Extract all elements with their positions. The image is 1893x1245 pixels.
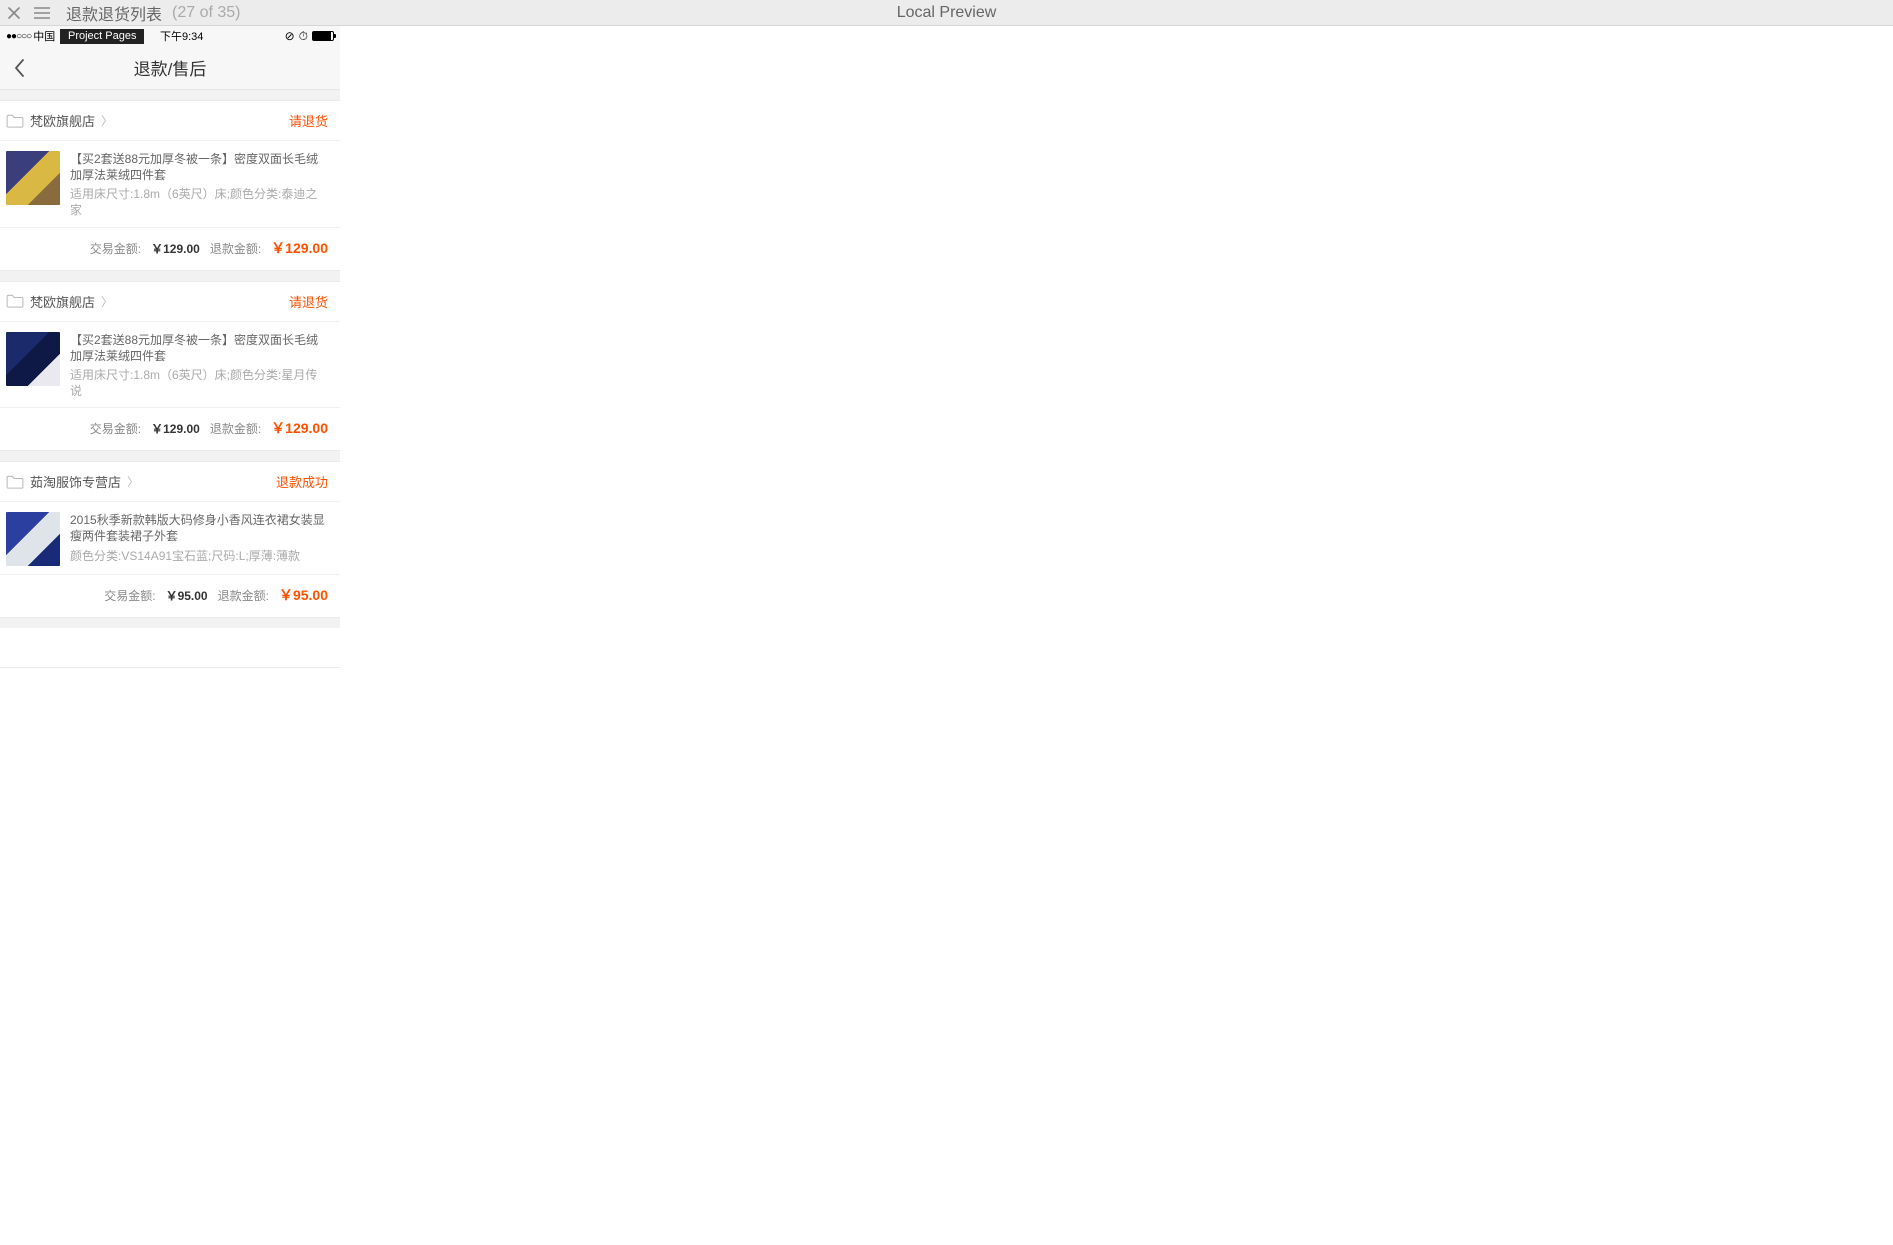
status-bar: ●●○○○ 中国 Project Pages 下午9:34 ⊘ ⏱	[0, 26, 340, 46]
store-row[interactable]: 梵欧旗舰店〉 请退货	[0, 101, 340, 141]
status-right-icons: ⊘ ⏱	[285, 29, 334, 44]
page-title: 退款/售后	[134, 55, 207, 80]
product-spec: 适用床尺寸:1.8m（6英尺）床;颜色分类:泰迪之家	[70, 187, 328, 218]
price-summary-row: 交易金额: ￥129.00 退款金额: ￥129.00	[0, 408, 340, 450]
price-summary-row: 交易金额: ￥129.00 退款金额: ￥129.00	[0, 228, 340, 270]
store-folder-icon	[6, 114, 24, 128]
lock-rotation-icon: ⊘	[285, 29, 295, 43]
product-title: 【买2套送88元加厚冬被一条】密度双面长毛绒加厚法莱绒四件套	[70, 332, 328, 364]
close-icon	[8, 7, 20, 19]
product-thumbnail	[6, 151, 60, 205]
store-row[interactable]: 茹淘服饰专营店〉 退款成功	[0, 462, 340, 502]
local-preview-label: Local Preview	[897, 4, 997, 22]
price-summary-row: 交易金额: ￥95.00 退款金额: ￥95.00	[0, 575, 340, 617]
editor-top-bar: 退款退货列表 (27 of 35) Local Preview	[0, 0, 1893, 26]
refund-order-card: 梵欧旗舰店〉 请退货【买2套送88元加厚冬被一条】密度双面长毛绒加厚法莱绒四件套适…	[0, 100, 340, 271]
signal-icon: ●●○○○	[6, 31, 31, 42]
alarm-icon: ⏱	[299, 29, 308, 44]
refund-status: 请退货	[289, 111, 328, 130]
chevron-right-icon: 〉	[127, 473, 139, 490]
store-folder-icon	[6, 294, 24, 308]
hamburger-icon	[34, 7, 50, 19]
order-item-row[interactable]: 【买2套送88元加厚冬被一条】密度双面长毛绒加厚法莱绒四件套适用床尺寸:1.8m…	[0, 141, 340, 228]
battery-icon	[312, 31, 334, 41]
close-button[interactable]	[0, 0, 28, 26]
store-folder-icon	[6, 475, 24, 489]
product-info: 【买2套送88元加厚冬被一条】密度双面长毛绒加厚法莱绒四件套适用床尺寸:1.8m…	[70, 151, 328, 219]
back-button[interactable]	[0, 58, 40, 78]
chevron-left-icon	[13, 58, 27, 78]
menu-button[interactable]	[28, 0, 56, 26]
transaction-amount-label: 交易金额:	[90, 240, 141, 257]
product-info: 2015秋季新款韩版大码修身小香风连衣裙女装显瘦两件套装裙子外套颜色分类:VS1…	[70, 512, 328, 566]
product-thumbnail	[6, 512, 60, 566]
transaction-amount-label: 交易金额:	[90, 420, 141, 437]
transaction-amount-label: 交易金额:	[104, 587, 155, 604]
refund-amount-label: 退款金额:	[210, 240, 261, 257]
refund-order-list: 梵欧旗舰店〉请退货【买2套送88元加厚冬被一条】密度双面长毛绒加厚法莱绒四件套适…	[0, 100, 340, 618]
project-pages-badge: Project Pages	[60, 29, 144, 44]
editor-page-title: 退款退货列表	[66, 1, 162, 25]
nav-bar: 退款/售后	[0, 46, 340, 90]
product-title: 【买2套送88元加厚冬被一条】密度双面长毛绒加厚法莱绒四件套	[70, 151, 328, 183]
transaction-amount-value: ￥129.00	[151, 240, 200, 257]
chevron-right-icon: 〉	[101, 293, 113, 310]
mobile-preview: ●●○○○ 中国 Project Pages 下午9:34 ⊘ ⏱ 退款/售后 …	[0, 26, 340, 668]
refund-amount-label: 退款金额:	[218, 587, 269, 604]
order-item-row[interactable]: 【买2套送88元加厚冬被一条】密度双面长毛绒加厚法莱绒四件套适用床尺寸:1.8m…	[0, 322, 340, 409]
product-thumbnail	[6, 332, 60, 386]
order-item-row[interactable]: 2015秋季新款韩版大码修身小香风连衣裙女装显瘦两件套装裙子外套颜色分类:VS1…	[0, 502, 340, 575]
store-name: 梵欧旗舰店	[30, 292, 95, 311]
refund-status: 请退货	[289, 292, 328, 311]
status-time: 下午9:34	[160, 28, 203, 44]
product-info: 【买2套送88元加厚冬被一条】密度双面长毛绒加厚法莱绒四件套适用床尺寸:1.8m…	[70, 332, 328, 400]
refund-order-card: 茹淘服饰专营店〉 退款成功 2015秋季新款韩版大码修身小香风连衣裙女装显瘦两件套装…	[0, 461, 340, 618]
refund-status: 退款成功	[276, 472, 328, 491]
product-spec: 适用床尺寸:1.8m（6英尺）床;颜色分类:星月传说	[70, 368, 328, 399]
carrier-label: 中国	[33, 28, 55, 44]
product-spec: 颜色分类:VS14A91宝石蓝;尺码:L;厚薄:薄款	[70, 549, 328, 565]
store-name: 茹淘服饰专营店	[30, 472, 121, 491]
transaction-amount-value: ￥95.00	[166, 587, 208, 604]
store-name: 梵欧旗舰店	[30, 111, 95, 130]
refund-order-card: 梵欧旗舰店〉 请退货【买2套送88元加厚冬被一条】密度双面长毛绒加厚法莱绒四件套适…	[0, 281, 340, 452]
refund-amount-value: ￥129.00	[271, 418, 328, 438]
list-tail	[0, 628, 340, 668]
chevron-right-icon: 〉	[101, 112, 113, 129]
section-gap	[0, 90, 340, 100]
editor-page-counter: (27 of 35)	[172, 4, 240, 22]
transaction-amount-value: ￥129.00	[151, 420, 200, 437]
refund-amount-value: ￥95.00	[279, 585, 328, 605]
refund-amount-value: ￥129.00	[271, 238, 328, 258]
product-title: 2015秋季新款韩版大码修身小香风连衣裙女装显瘦两件套装裙子外套	[70, 512, 328, 544]
store-row[interactable]: 梵欧旗舰店〉 请退货	[0, 282, 340, 322]
refund-amount-label: 退款金额:	[210, 420, 261, 437]
